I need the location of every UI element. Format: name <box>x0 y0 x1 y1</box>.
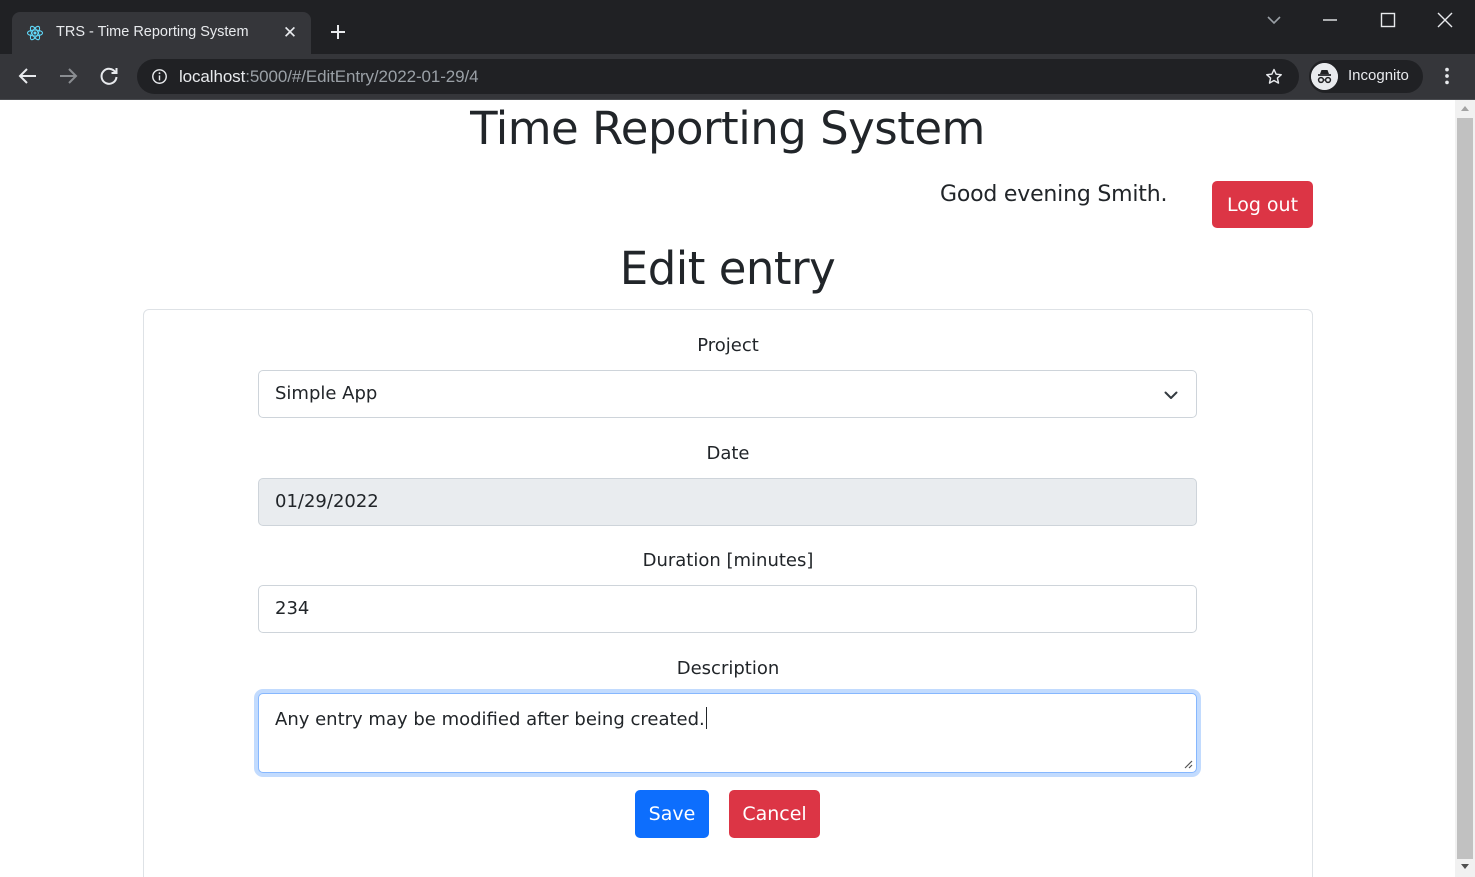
date-field: 01/29/2022 <box>258 478 1197 526</box>
minimize-icon[interactable] <box>1318 8 1342 32</box>
tab-search-icon[interactable] <box>1262 8 1286 32</box>
chevron-down-icon <box>1164 391 1178 399</box>
tab-close-icon[interactable]: ✕ <box>280 23 300 43</box>
scroll-down-arrow-icon[interactable] <box>1461 864 1469 869</box>
address-bar[interactable]: localhost:5000/#/EditEntry/2022-01-29/4 <box>137 59 1299 94</box>
site-info-icon[interactable] <box>151 68 168 85</box>
vertical-scrollbar[interactable] <box>1455 100 1475 877</box>
url-text: localhost:5000/#/EditEntry/2022-01-29/4 <box>179 67 479 87</box>
date-value: 01/29/2022 <box>275 491 379 512</box>
text-caret <box>705 707 707 729</box>
save-button[interactable]: Save <box>635 790 709 838</box>
url-path: :5000/#/EditEntry/2022-01-29/4 <box>245 67 479 86</box>
new-tab-icon[interactable] <box>326 20 350 44</box>
react-icon <box>26 25 44 41</box>
description-label: Description <box>676 658 780 679</box>
scrollbar-thumb[interactable] <box>1457 118 1473 859</box>
description-value: Any entry may be modified after being cr… <box>275 709 705 730</box>
close-window-icon[interactable] <box>1433 8 1457 32</box>
project-selected-value: Simple App <box>275 383 378 404</box>
browser-toolbar: localhost:5000/#/EditEntry/2022-01-29/4 … <box>0 54 1475 99</box>
description-textarea[interactable]: Any entry may be modified after being cr… <box>258 693 1197 773</box>
forward-icon[interactable] <box>56 64 80 88</box>
greeting-text: Good evening Smith. <box>940 182 1168 207</box>
incognito-icon <box>1311 63 1338 90</box>
kebab-menu-icon[interactable] <box>1436 65 1458 87</box>
bookmark-star-icon[interactable] <box>1264 67 1284 87</box>
project-select[interactable]: Simple App <box>258 370 1197 418</box>
maximize-icon[interactable] <box>1376 8 1400 32</box>
tab-title: TRS - Time Reporting System <box>56 24 249 40</box>
scroll-up-arrow-icon[interactable] <box>1461 106 1469 111</box>
project-label: Project <box>697 335 759 356</box>
duration-input[interactable]: 234 <box>258 585 1197 633</box>
resize-handle-icon[interactable] <box>1181 757 1193 769</box>
browser-titlebar: TRS - Time Reporting System ✕ <box>0 0 1475 54</box>
duration-label: Duration [minutes] <box>642 550 814 571</box>
date-label: Date <box>706 443 750 464</box>
incognito-label: Incognito <box>1348 67 1409 84</box>
logout-button[interactable]: Log out <box>1212 181 1313 228</box>
cancel-button[interactable]: Cancel <box>729 790 820 838</box>
reload-icon[interactable] <box>97 64 121 88</box>
back-icon[interactable] <box>16 64 40 88</box>
page-viewport: Time Reporting System Good evening Smith… <box>0 100 1455 877</box>
duration-value: 234 <box>275 598 310 619</box>
page-title: Edit entry <box>619 242 836 295</box>
browser-tab[interactable]: TRS - Time Reporting System ✕ <box>12 12 311 54</box>
incognito-indicator[interactable]: Incognito <box>1309 60 1423 93</box>
app-title: Time Reporting System <box>470 102 985 155</box>
edit-entry-form: Project Simple App Date 01/29/2022 Durat… <box>143 309 1313 877</box>
url-host: localhost <box>179 67 246 86</box>
